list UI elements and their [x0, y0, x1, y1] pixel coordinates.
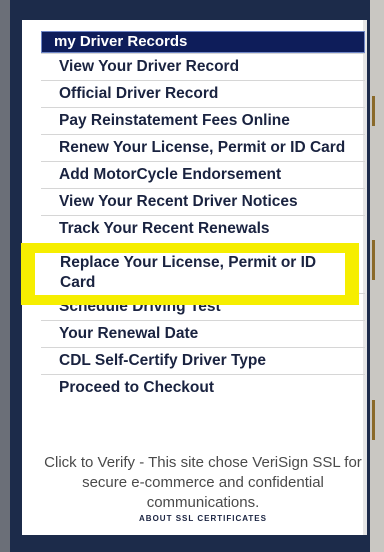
driver-records-menu: View Your Driver Record Official Driver … — [41, 53, 365, 401]
ssl-notice[interactable]: Click to Verify - This site chose VeriSi… — [41, 453, 365, 524]
menu-item-cdl-self-certify[interactable]: CDL Self-Certify Driver Type — [41, 347, 365, 374]
page-edge-strip — [370, 0, 384, 552]
menu-item-view-driver-notices[interactable]: View Your Recent Driver Notices — [41, 188, 365, 215]
highlight-box: Replace Your License, Permit or ID Card — [21, 243, 359, 305]
about-ssl-link[interactable]: ABOUT SSL CERTIFICATES — [41, 514, 365, 524]
menu-item-add-motorcycle-endorsement[interactable]: Add MotorCycle Endorsement — [41, 161, 365, 188]
edge-notch — [372, 240, 375, 280]
menu-item-track-renewals[interactable]: Track Your Recent Renewals — [41, 215, 365, 237]
menu-item-official-driver-record[interactable]: Official Driver Record — [41, 80, 365, 107]
menu-item-renew-license[interactable]: Renew Your License, Permit or ID Card — [41, 134, 365, 161]
edge-notch — [372, 96, 375, 126]
ssl-notice-text: Click to Verify - This site chose VeriSi… — [44, 454, 362, 511]
menu-item-proceed-to-checkout[interactable]: Proceed to Checkout — [41, 374, 365, 401]
edge-notch — [372, 400, 375, 440]
panel-header: my Driver Records — [41, 31, 365, 53]
menu-item-pay-reinstatement-fees[interactable]: Pay Reinstatement Fees Online — [41, 107, 365, 134]
menu-item-renewal-date[interactable]: Your Renewal Date — [41, 320, 365, 347]
menu-item-replace-license[interactable]: Replace Your License, Permit or ID Card — [35, 253, 345, 295]
menu-item-view-driver-record[interactable]: View Your Driver Record — [41, 53, 365, 80]
